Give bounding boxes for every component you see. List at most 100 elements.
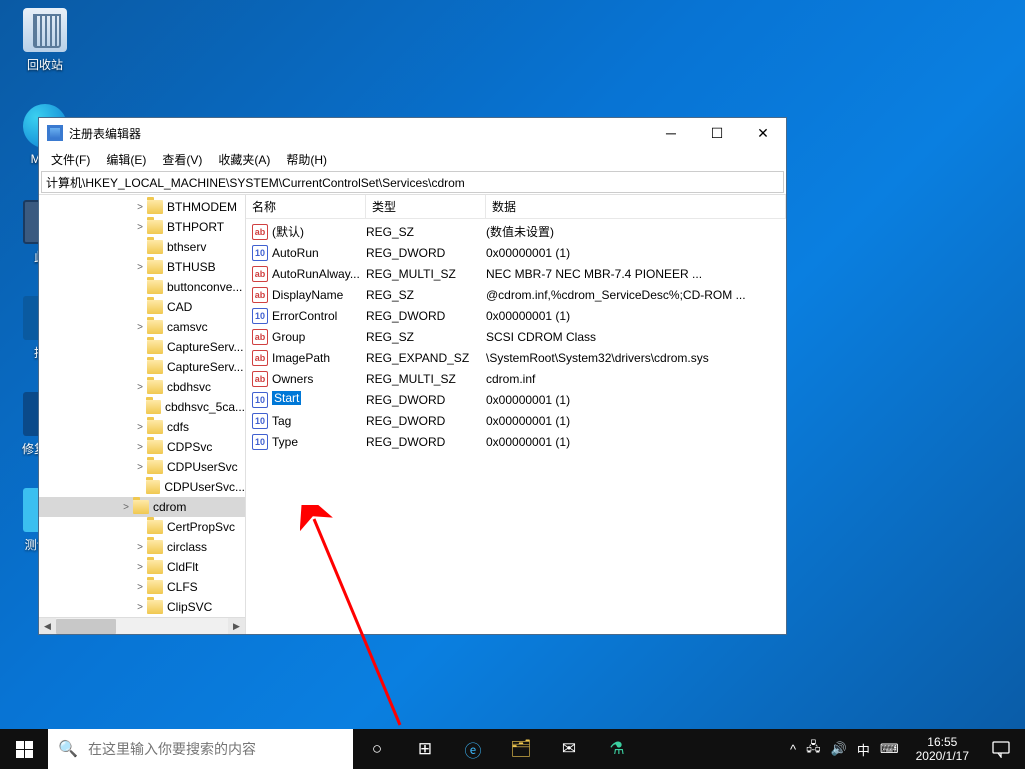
folder-icon: [147, 340, 163, 354]
task-view-button[interactable]: ⊞: [401, 729, 449, 769]
tree-label: bthserv: [167, 240, 206, 254]
tree-item[interactable]: CaptureServ...: [39, 357, 245, 377]
value-name: Tag: [272, 414, 366, 428]
titlebar[interactable]: 注册表编辑器 ─ ☐ ✕: [39, 118, 786, 148]
address-bar[interactable]: 计算机\HKEY_LOCAL_MACHINE\SYSTEM\CurrentCon…: [41, 171, 784, 193]
menu-edit[interactable]: 编辑(E): [98, 149, 154, 170]
value-name: ImagePath: [272, 351, 366, 365]
value-name: ErrorControl: [272, 309, 366, 323]
tree-label: cdrom: [153, 500, 186, 514]
column-data[interactable]: 数据: [486, 195, 786, 218]
expand-icon[interactable]: >: [133, 562, 147, 573]
tree-item[interactable]: CAD: [39, 297, 245, 317]
tray-volume-icon[interactable]: 🔊: [826, 741, 852, 757]
tree-item[interactable]: >CLFS: [39, 577, 245, 597]
taskbar-clock[interactable]: 16:55 2020/1/17: [908, 735, 977, 763]
value-row[interactable]: 10TagREG_DWORD0x00000001 (1): [246, 410, 786, 431]
value-row[interactable]: abImagePathREG_EXPAND_SZ\SystemRoot\Syst…: [246, 347, 786, 368]
tree-item[interactable]: >CldFlt: [39, 557, 245, 577]
minimize-button[interactable]: ─: [648, 118, 694, 148]
expand-icon[interactable]: >: [133, 582, 147, 593]
tree-item[interactable]: >BTHUSB: [39, 257, 245, 277]
menu-file[interactable]: 文件(F): [43, 149, 98, 170]
taskbar-edge[interactable]: ⓔ: [449, 729, 497, 769]
tree-item[interactable]: CaptureServ...: [39, 337, 245, 357]
tree-item[interactable]: > cdrom: [39, 497, 245, 517]
tray-network-icon[interactable]: 🖧: [801, 738, 826, 760]
expand-icon[interactable]: >: [133, 422, 147, 433]
tree-item[interactable]: cbdhsvc_5ca...: [39, 397, 245, 417]
window-title: 注册表编辑器: [69, 125, 648, 142]
value-row[interactable]: 10TypeREG_DWORD0x00000001 (1): [246, 431, 786, 452]
tree-item[interactable]: CertPropSvc: [39, 517, 245, 537]
expand-icon[interactable]: >: [133, 542, 147, 553]
value-row[interactable]: 10ErrorControlREG_DWORD0x00000001 (1): [246, 305, 786, 326]
tree-item[interactable]: >CDPSvc: [39, 437, 245, 457]
scroll-right-button[interactable]: ▶: [228, 618, 245, 634]
expand-icon[interactable]: >: [133, 222, 147, 233]
cortana-button[interactable]: ○: [353, 729, 401, 769]
taskbar-search[interactable]: 🔍: [48, 729, 353, 769]
registry-tree[interactable]: >BTHMODEM>BTHPORT bthserv >BTHUSBbuttoncon…: [39, 195, 245, 617]
value-type-icon: ab: [252, 266, 268, 282]
menu-help[interactable]: 帮助(H): [278, 149, 335, 170]
menu-favorites[interactable]: 收藏夹(A): [210, 149, 278, 170]
tree-item[interactable]: >BTHMODEM: [39, 197, 245, 217]
tree-item[interactable]: >ClipSVC: [39, 597, 245, 617]
tree-label: CAD: [167, 300, 192, 314]
tree-item[interactable]: >camsvc: [39, 317, 245, 337]
folder-icon: [133, 500, 149, 514]
scroll-left-button[interactable]: ◀: [39, 618, 56, 634]
value-type: REG_SZ: [366, 288, 486, 302]
value-row[interactable]: ab(默认)REG_SZ(数值未设置): [246, 221, 786, 242]
start-button[interactable]: [0, 729, 48, 769]
expand-icon[interactable]: >: [133, 382, 147, 393]
expand-icon[interactable]: >: [133, 322, 147, 333]
tray-ime-icon[interactable]: ⌨: [875, 741, 904, 757]
tree-item[interactable]: >circlass: [39, 537, 245, 557]
taskbar-app[interactable]: ⚗: [593, 729, 641, 769]
desktop-icon-recycle-bin[interactable]: 回收站: [10, 8, 80, 73]
tray-show-hidden-icon[interactable]: ^: [785, 742, 801, 757]
value-row[interactable]: 10StartREG_DWORD0x00000001 (1): [246, 389, 786, 410]
expand-icon[interactable]: >: [119, 502, 133, 513]
values-list[interactable]: ab(默认)REG_SZ(数值未设置)10AutoRunREG_DWORD0x0…: [246, 219, 786, 452]
value-row[interactable]: abAutoRunAlway...REG_MULTI_SZNEC MBR-7 N…: [246, 263, 786, 284]
tree-item[interactable]: >BTHPORT: [39, 217, 245, 237]
expand-icon[interactable]: >: [133, 202, 147, 213]
expand-icon[interactable]: >: [133, 262, 147, 273]
value-type-icon: 10: [252, 245, 268, 261]
menu-view[interactable]: 查看(V): [154, 149, 210, 170]
maximize-button[interactable]: ☐: [694, 118, 740, 148]
tray-ime-indicator[interactable]: 中: [852, 740, 875, 759]
tree-item[interactable]: >cbdhsvc: [39, 377, 245, 397]
taskbar-mail[interactable]: ✉: [545, 729, 593, 769]
tree-item[interactable]: >CDPUserSvc: [39, 457, 245, 477]
expand-icon[interactable]: >: [133, 442, 147, 453]
column-name[interactable]: 名称: [246, 195, 366, 218]
folder-icon: [146, 480, 161, 494]
close-button[interactable]: ✕: [740, 118, 786, 148]
value-row[interactable]: abGroupREG_SZSCSI CDROM Class: [246, 326, 786, 347]
expand-icon[interactable]: >: [133, 462, 147, 473]
scroll-thumb[interactable]: [56, 619, 116, 634]
taskbar-file-explorer[interactable]: 🗂: [497, 729, 545, 769]
value-type-icon: 10: [252, 434, 268, 450]
tree-item[interactable]: buttonconve...: [39, 277, 245, 297]
expand-icon[interactable]: >: [133, 602, 147, 613]
value-name: Owners: [272, 372, 366, 386]
tree-item[interactable]: CDPUserSvc...: [39, 477, 245, 497]
value-name: AutoRun: [272, 246, 366, 260]
folder-icon: [147, 260, 163, 274]
tree-item[interactable]: bthserv: [39, 237, 245, 257]
scroll-track[interactable]: [56, 618, 228, 634]
tree-item[interactable]: >cdfs: [39, 417, 245, 437]
search-input[interactable]: [88, 741, 353, 757]
value-row[interactable]: abDisplayNameREG_SZ@cdrom.inf,%cdrom_Ser…: [246, 284, 786, 305]
tree-horizontal-scrollbar[interactable]: ◀ ▶: [39, 617, 245, 634]
value-row[interactable]: abOwnersREG_MULTI_SZcdrom.inf: [246, 368, 786, 389]
action-center-button[interactable]: [977, 729, 1025, 769]
value-row[interactable]: 10AutoRunREG_DWORD0x00000001 (1): [246, 242, 786, 263]
value-type: REG_DWORD: [366, 393, 486, 407]
column-type[interactable]: 类型: [366, 195, 486, 218]
